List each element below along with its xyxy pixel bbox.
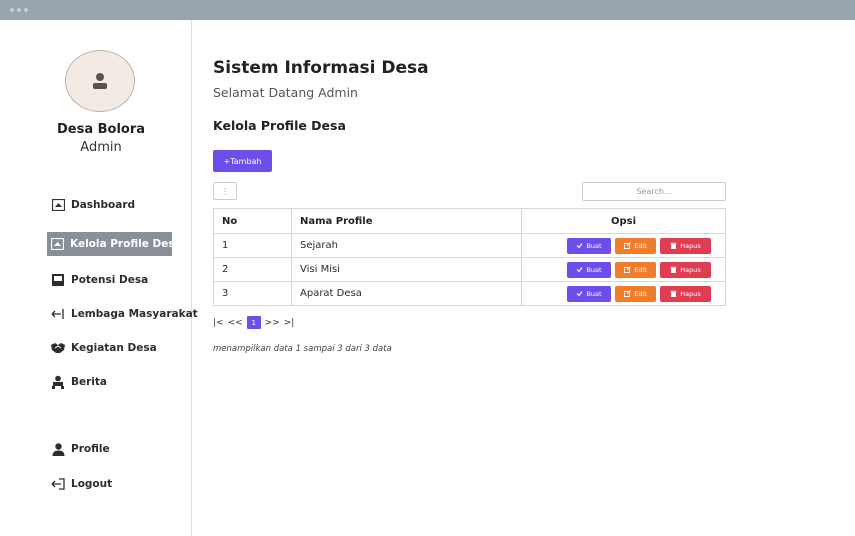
trash-icon [670, 290, 677, 297]
table-info: menampilkan data 1 sampai 3 dari 3 data [213, 344, 392, 354]
sidebar-item-berita[interactable]: Berita [47, 370, 111, 394]
hapus-button[interactable]: Hapus [660, 261, 711, 278]
cell-no: 3 [213, 281, 292, 306]
current-page[interactable]: 1 [246, 316, 261, 329]
cell-actions: Buat Edit Hapus [521, 233, 726, 258]
section-title: Kelola Profile Desa [213, 118, 346, 133]
main-content: Sistem Informasi Desa Selamat Datang Adm… [213, 20, 833, 536]
square-icon [51, 273, 65, 287]
column-header-nama-profile: Nama Profile [291, 208, 522, 234]
sidebar-item-label: Berita [71, 376, 108, 388]
table-header-row: No Nama Profile Opsi [213, 208, 726, 234]
buat-label: Buat [586, 289, 602, 298]
window-titlebar [0, 0, 855, 20]
search-input[interactable] [582, 182, 726, 201]
buat-label: Buat [586, 241, 602, 250]
sidebar-item-label: Kegiatan Desa [71, 342, 157, 354]
edit-icon [624, 242, 632, 249]
last-page-link[interactable]: >| [284, 318, 295, 328]
hapus-label: Hapus [680, 241, 701, 250]
hapus-button[interactable]: Hapus [660, 285, 711, 302]
entries-select[interactable]: ⋮ [213, 182, 237, 200]
edit-button[interactable]: Edit [615, 237, 656, 254]
sidebar-item-dashboard[interactable]: Dashboard [47, 193, 139, 217]
page-title: Sistem Informasi Desa [213, 58, 429, 78]
pagination: |< << 1 >> >| [213, 316, 294, 329]
sidebar-item-kelola-profile-desa[interactable]: Kelola Profile Desa [47, 232, 182, 256]
hapus-label: Hapus [680, 265, 701, 274]
window-dot-icon[interactable] [17, 8, 21, 12]
sidebar-item-logout[interactable]: Logout [47, 472, 116, 496]
check-icon [577, 291, 583, 297]
sidebar-item-label: Potensi Desa [71, 274, 149, 286]
edit-icon [624, 290, 632, 297]
home-icon [51, 237, 64, 251]
window-dot-icon[interactable] [10, 8, 14, 12]
table-row: 3 Aparat Desa Buat Edit Hapus [213, 281, 726, 306]
users-icon [51, 375, 65, 389]
window-controls [10, 8, 28, 12]
buat-label: Buat [586, 265, 602, 274]
app-window: Desa Bolora Admin Dashboard Kelola Profi… [10, 20, 855, 536]
hapus-button[interactable]: Hapus [660, 237, 711, 254]
sidebar-item-profile[interactable]: Profile [47, 437, 114, 461]
next-page-link[interactable]: >> [265, 318, 280, 328]
user-icon [51, 442, 65, 456]
table-row: 2 Visi Misi Buat Edit Hapus [213, 257, 726, 282]
trash-icon [670, 242, 677, 249]
sidebar: Desa Bolora Admin Dashboard Kelola Profi… [10, 20, 198, 536]
edit-label: Edit [634, 265, 647, 274]
arrow-left-icon [51, 307, 65, 321]
sidebar-item-kegiatan-desa[interactable]: Kegiatan Desa [47, 336, 161, 360]
column-header-no: No [213, 208, 292, 234]
handshake-icon [51, 341, 65, 355]
sidebar-item-label: Kelola Profile Desa [70, 238, 182, 250]
check-icon [577, 243, 583, 249]
table-row: 1 Sejarah Buat Edit Hapus [213, 233, 726, 258]
buat-button[interactable]: Buat [567, 261, 611, 278]
village-name: Desa Bolora [56, 122, 146, 137]
cell-nama-profile: Aparat Desa [291, 281, 522, 306]
window-dot-icon[interactable] [24, 8, 28, 12]
sidebar-item-label: Profile [71, 443, 110, 455]
hapus-label: Hapus [680, 289, 701, 298]
cell-actions: Buat Edit Hapus [521, 257, 726, 282]
sidebar-item-lembaga-masyarakat[interactable]: Lembaga Masyarakat [47, 302, 202, 326]
cell-nama-profile: Visi Misi [291, 257, 522, 282]
logout-icon [51, 477, 65, 491]
home-icon [51, 198, 65, 212]
user-role: Admin [80, 140, 122, 155]
dropdown-icon: ⋮ [221, 186, 229, 196]
edit-button[interactable]: Edit [615, 261, 656, 278]
avatar [65, 50, 135, 112]
cell-no: 1 [213, 233, 292, 258]
edit-label: Edit [634, 241, 647, 250]
prev-page-link[interactable]: << [228, 318, 243, 328]
trash-icon [670, 266, 677, 273]
user-avatar-icon [93, 73, 107, 89]
sidebar-item-label: Logout [71, 478, 113, 490]
buat-button[interactable]: Buat [567, 285, 611, 302]
first-page-link[interactable]: |< [213, 318, 224, 328]
edit-label: Edit [634, 289, 647, 298]
profile-table: No Nama Profile Opsi 1 Sejarah Buat Edit… [213, 208, 726, 306]
sidebar-item-label: Dashboard [71, 199, 136, 211]
edit-icon [624, 266, 632, 273]
check-icon [577, 267, 583, 273]
welcome-text: Selamat Datang Admin [213, 85, 358, 100]
cell-nama-profile: Sejarah [291, 233, 522, 258]
cell-no: 2 [213, 257, 292, 282]
cell-actions: Buat Edit Hapus [521, 281, 726, 306]
sidebar-item-label: Lembaga Masyarakat [71, 308, 198, 320]
edit-button[interactable]: Edit [615, 285, 656, 302]
sidebar-item-potensi-desa[interactable]: Potensi Desa [47, 268, 152, 292]
add-button[interactable]: +Tambah [213, 150, 272, 172]
column-header-opsi: Opsi [521, 208, 726, 234]
buat-button[interactable]: Buat [567, 237, 611, 254]
